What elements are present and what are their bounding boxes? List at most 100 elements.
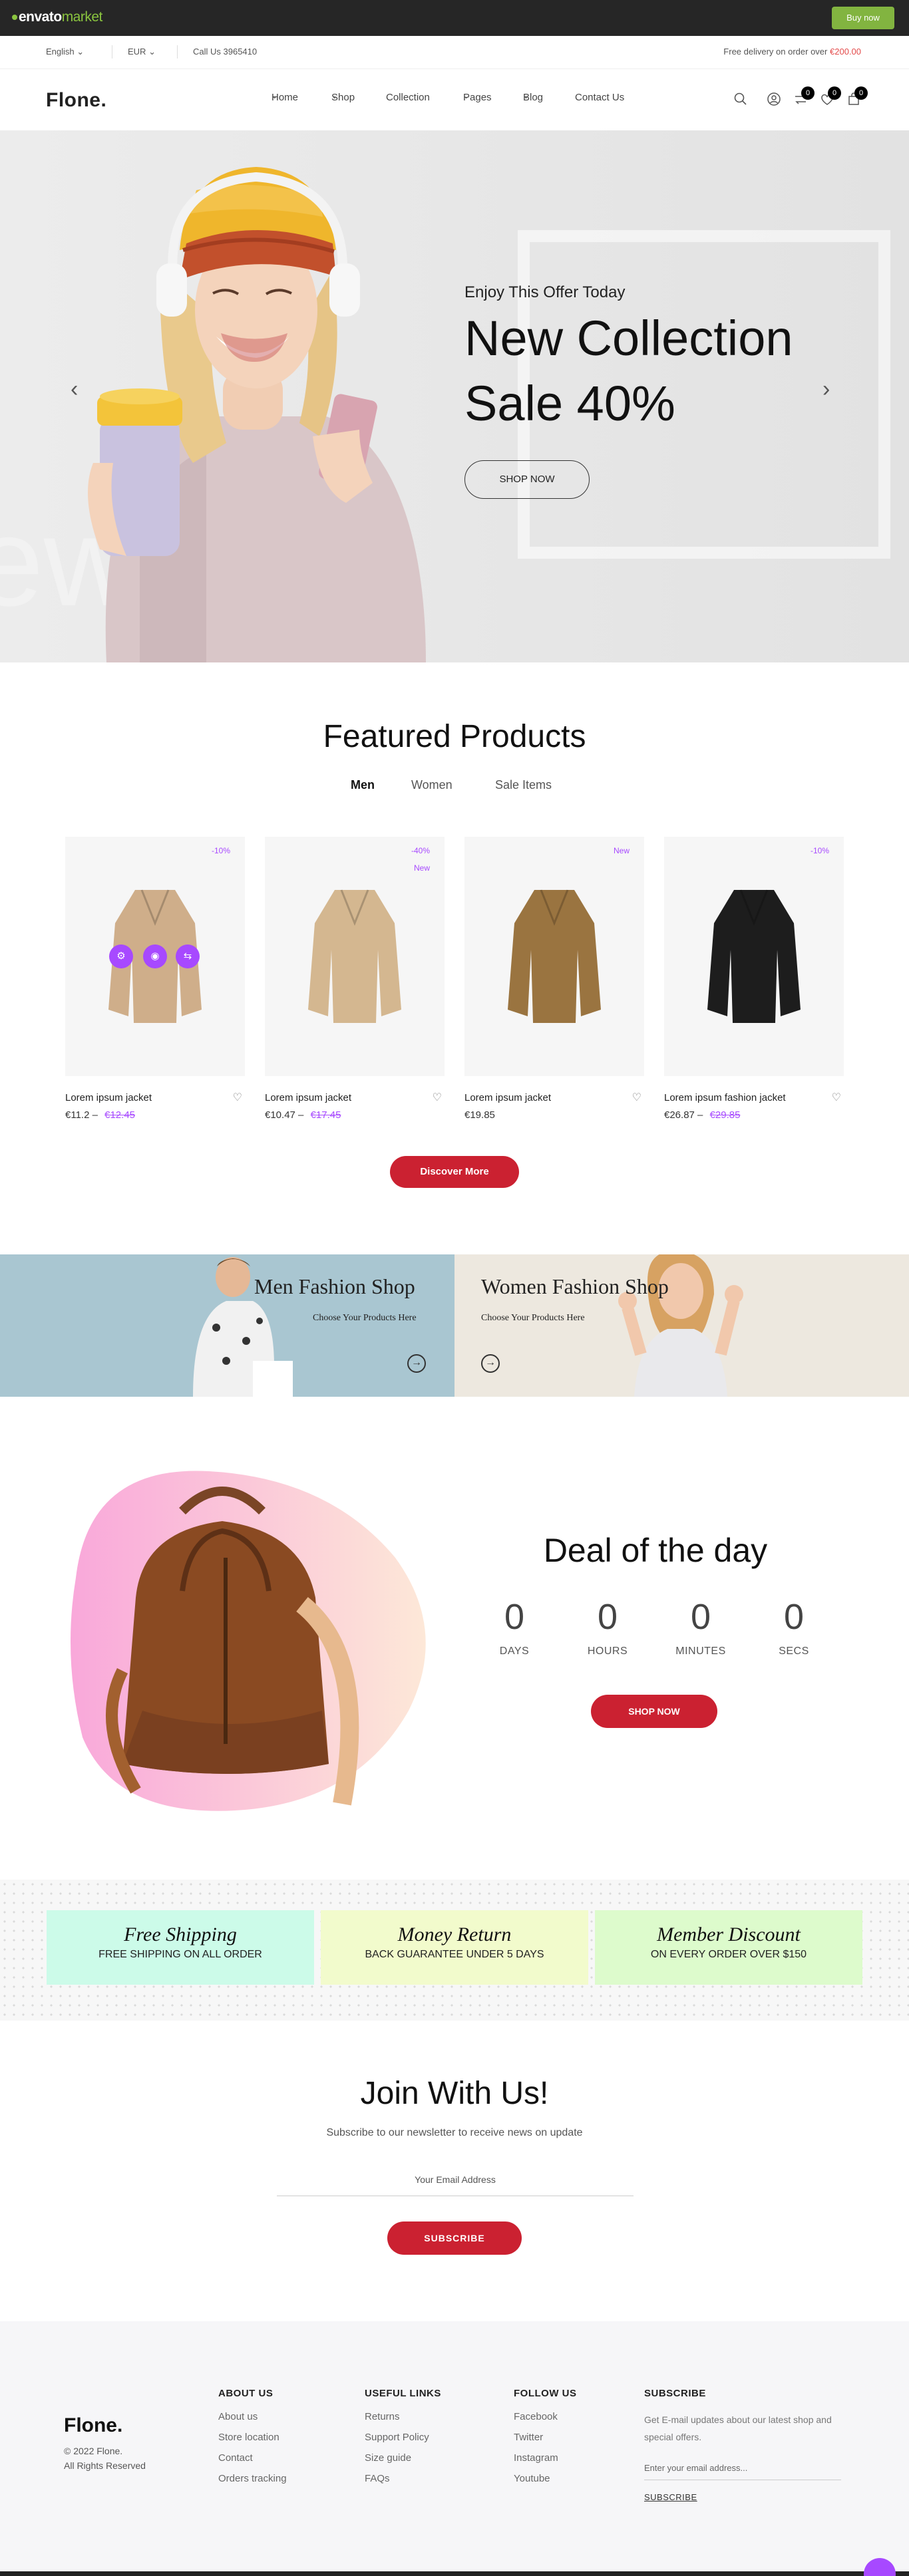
tab-women[interactable]: Women — [411, 778, 453, 792]
compare-icon[interactable]: ⇆ — [176, 944, 200, 968]
product-price: €19.85 — [464, 1109, 495, 1121]
footer-link[interactable]: Returns — [365, 2411, 441, 2422]
quick-view-icon[interactable]: ◉ — [143, 944, 167, 968]
hero-model-image — [88, 167, 427, 662]
product-price: €10.47 – €17.45 — [265, 1109, 341, 1121]
support-free-shipping: Free Shipping FREE SHIPPING ON ALL ORDER — [47, 1910, 314, 1985]
currency-selector[interactable]: EUR ⌄ — [128, 47, 156, 57]
product-name[interactable]: Lorem ipsum jacket — [65, 1092, 152, 1103]
wishlist-heart-icon[interactable]: ♡ — [832, 1091, 841, 1104]
hero-shop-now-button[interactable]: SHOP NOW — [464, 460, 590, 499]
wishlist-heart-icon[interactable]: ♡ — [433, 1091, 442, 1104]
language-selector[interactable]: English ⌄ — [46, 47, 84, 57]
women-banner-title: Women Fashion Shop — [481, 1274, 669, 1298]
women-fashion-banner[interactable]: Women Fashion Shop Choose Your Products … — [454, 1254, 909, 1397]
divider — [177, 45, 178, 59]
discount-tag: -10% — [810, 846, 829, 855]
chevron-down-icon: ⌄ — [523, 92, 530, 100]
search-icon[interactable] — [733, 92, 748, 110]
footer-useful-links: USEFUL LINKS Returns Support Policy Size… — [365, 2388, 441, 2484]
footer-link[interactable]: Contact — [218, 2452, 287, 2464]
footer-link[interactable]: Orders tracking — [218, 2473, 287, 2484]
brand-logo[interactable]: Flone. — [46, 89, 106, 112]
countdown-secs: 0 SECS — [779, 1597, 809, 1657]
footer-copyright: © 2022 Flone. All Rights Reserved — [64, 2446, 146, 2471]
add-to-cart-icon[interactable]: ⚙ — [109, 944, 133, 968]
hero-title-line2: Sale 40% — [464, 376, 675, 431]
phone-text: Call Us 3965410 — [193, 47, 258, 57]
wishlist-heart-icon[interactable]: ♡ — [632, 1091, 641, 1104]
bottom-strip — [0, 2571, 909, 2576]
product-name[interactable]: Lorem ipsum jacket — [265, 1092, 351, 1103]
product-card[interactable]: New Lorem ipsum jacket ♡ €19.85 — [464, 837, 644, 1121]
coat-shape — [308, 890, 401, 1023]
product-image[interactable]: New — [464, 837, 644, 1076]
nav-collection[interactable]: Collection — [386, 92, 430, 103]
footer-link[interactable]: Facebook — [514, 2411, 577, 2422]
wishlist-icon[interactable]: 0 — [820, 86, 841, 110]
footer-link[interactable]: FAQs — [365, 2473, 441, 2484]
hero-subtitle: Enjoy This Offer Today — [464, 283, 626, 301]
footer-link[interactable]: Store location — [218, 2432, 287, 2443]
compare-icon[interactable]: 0 — [793, 86, 815, 110]
support-member-discount: Member Discount ON EVERY ORDER OVER $150 — [595, 1910, 862, 1985]
tab-men[interactable]: Men — [351, 778, 375, 792]
deal-product-image — [71, 1471, 426, 1811]
product-image[interactable]: -10% ⚙ ◉ ⇆ — [65, 837, 245, 1076]
footer-brand-logo[interactable]: Flone. — [64, 2414, 122, 2437]
footer-about: ABOUT US About us Store location Contact… — [218, 2388, 287, 2484]
nav-contact[interactable]: Contact Us — [575, 92, 624, 103]
footer-link[interactable]: Support Policy — [365, 2432, 441, 2443]
footer-link[interactable]: Instagram — [514, 2452, 577, 2464]
product-name[interactable]: Lorem ipsum jacket — [464, 1092, 551, 1103]
coat-image — [308, 889, 401, 1023]
deal-title: Deal of the day — [543, 1532, 768, 1569]
footer-email-input[interactable]: Enter your email address... — [644, 2463, 841, 2480]
chevron-right-icon[interactable]: › — [822, 376, 830, 402]
newsletter-email-input[interactable]: Your Email Address — [277, 2170, 634, 2196]
countdown-days: 0 DAYS — [499, 1597, 530, 1657]
buy-now-button[interactable]: Buy now — [832, 7, 894, 29]
women-banner-subtitle: Choose Your Products Here — [481, 1313, 585, 1323]
tab-sale-items[interactable]: Sale Items — [495, 778, 552, 792]
footer-subscribe-button[interactable]: SUBSCRIBE — [644, 2492, 844, 2502]
coat-image — [508, 889, 601, 1023]
product-image[interactable]: -40% New — [265, 837, 445, 1076]
new-tag: New — [413, 863, 430, 873]
discover-more-button[interactable]: Discover More — [390, 1156, 519, 1188]
coat-shape — [707, 890, 801, 1023]
coat-image — [707, 889, 801, 1023]
free-delivery-text: Free delivery on order over €200.00 — [723, 47, 861, 57]
footer-link[interactable]: Twitter — [514, 2432, 577, 2443]
envato-bar: envatomarket Buy now — [0, 0, 909, 36]
footer-subscribe: SUBSCRIBE Get E-mail updates about our l… — [644, 2388, 844, 2502]
product-card[interactable]: -40% New Lorem ipsum jacket ♡ €10.47 – €… — [265, 837, 445, 1121]
chevron-left-icon[interactable]: ‹ — [71, 376, 78, 402]
newsletter-subscribe-button[interactable]: SUBSCRIBE — [387, 2221, 522, 2255]
chevron-down-icon: ⌄ — [272, 92, 278, 100]
men-banner-title: Men Fashion Shop — [254, 1274, 415, 1298]
product-image[interactable]: -10% — [664, 837, 844, 1076]
account-icon[interactable] — [767, 92, 781, 110]
deal-shop-now-button[interactable]: SHOP NOW — [591, 1695, 717, 1728]
footer-link[interactable]: About us — [218, 2411, 287, 2422]
discount-tag: -10% — [211, 846, 230, 855]
hero-title-line1: New Collection — [464, 311, 793, 366]
newsletter-title: Join With Us! — [360, 2076, 549, 2111]
men-fashion-banner[interactable]: Men Fashion Shop Choose Your Products He… — [0, 1254, 454, 1397]
cart-count-badge: 0 — [854, 86, 868, 100]
product-card[interactable]: -10% Lorem ipsum fashion jacket ♡ €26.87… — [664, 837, 844, 1121]
compare-count-badge: 0 — [801, 86, 815, 100]
countdown-hours: 0 HOURS — [587, 1597, 628, 1657]
wishlist-heart-icon[interactable]: ♡ — [233, 1091, 242, 1104]
footer: Flone. © 2022 Flone. All Rights Reserved … — [0, 2321, 909, 2576]
arrow-right-icon[interactable]: → — [481, 1354, 500, 1373]
cart-icon[interactable]: 0 — [846, 86, 868, 110]
envato-logo[interactable]: envatomarket — [12, 9, 102, 25]
product-card[interactable]: -10% ⚙ ◉ ⇆ Lorem ipsum jacket ♡ €11.2 – … — [65, 837, 245, 1121]
footer-link[interactable]: Size guide — [365, 2452, 441, 2464]
arrow-right-icon[interactable]: → — [407, 1354, 426, 1373]
product-name[interactable]: Lorem ipsum fashion jacket — [664, 1092, 786, 1103]
men-banner-subtitle: Choose Your Products Here — [313, 1313, 417, 1323]
footer-link[interactable]: Youtube — [514, 2473, 577, 2484]
